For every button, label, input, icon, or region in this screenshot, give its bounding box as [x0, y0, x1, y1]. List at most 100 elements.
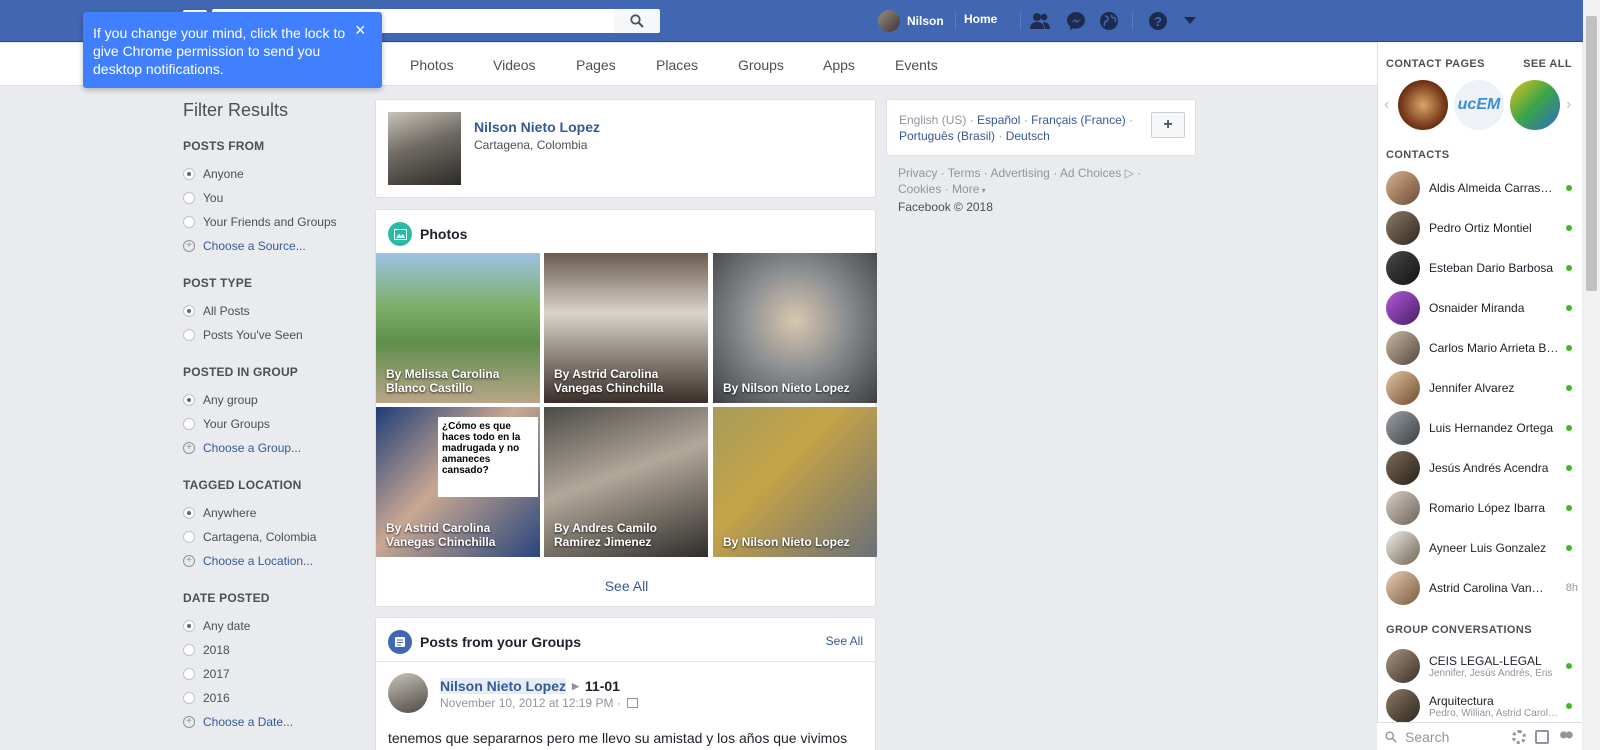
footer-link[interactable]: Terms — [948, 166, 981, 180]
account-menu-chevron-down-icon[interactable] — [1180, 11, 1200, 31]
profile-name-link[interactable]: Nilson Nieto Lopez — [474, 119, 600, 135]
messenger-icon[interactable] — [1066, 11, 1086, 31]
contact-item[interactable]: Jesús Andrés Acendra — [1386, 450, 1578, 486]
language-link[interactable]: Français (France) — [1031, 113, 1126, 127]
option-label: Anyone — [203, 167, 244, 181]
contact-page-avatar[interactable] — [1510, 80, 1560, 130]
avatar[interactable] — [388, 673, 428, 713]
choose-location-link[interactable]: + Choose a Location... — [183, 549, 368, 573]
contact-pages-see-all[interactable]: SEE ALL — [1523, 58, 1572, 70]
friend-requests-icon[interactable] — [1030, 11, 1050, 31]
profile-result-card: Nilson Nieto Lopez Cartagena, Colombia — [375, 99, 876, 198]
footer-link[interactable]: Ad Choices — [1060, 166, 1121, 180]
scrollbar-thumb[interactable] — [1586, 16, 1597, 291]
photo-tile[interactable]: By Nilson Nieto Lopez — [713, 253, 877, 403]
language-link[interactable]: Deutsch — [1006, 129, 1050, 143]
radio[interactable] — [183, 531, 195, 543]
group-conversation-item[interactable]: Arquitectura Pedro, Willian, Astrid Carol… — [1386, 688, 1578, 724]
footer-link[interactable]: Advertising — [990, 166, 1049, 180]
tab-groups[interactable]: Groups — [738, 57, 784, 73]
radio[interactable] — [183, 668, 195, 680]
post-author-link[interactable]: Nilson Nieto Lopez — [440, 678, 566, 694]
option-label: 2016 — [203, 691, 230, 705]
filter-option-2016[interactable]: 2016 — [183, 686, 368, 710]
chat-search-bar[interactable]: Search — [1377, 722, 1582, 750]
contact-item[interactable]: Jennifer Alvarez — [1386, 370, 1578, 406]
contact-item[interactable]: Luis Hernandez Ortega — [1386, 410, 1578, 446]
tab-places[interactable]: Places — [656, 57, 698, 73]
filter-option-cartagena[interactable]: Cartagena, Colombia — [183, 525, 368, 549]
tab-photos[interactable]: Photos — [410, 57, 454, 73]
chevron-left-icon[interactable]: ‹ — [1384, 96, 1389, 114]
home-link[interactable]: Home — [964, 12, 997, 26]
contact-item[interactable]: Aldis Almeida Carrasquilla — [1386, 170, 1578, 206]
footer-link[interactable]: More — [952, 182, 979, 196]
radio-selected[interactable] — [183, 394, 195, 406]
filter-option-2017[interactable]: 2017 — [183, 662, 368, 686]
filter-option-anyone[interactable]: Anyone — [183, 162, 368, 186]
radio[interactable] — [183, 418, 195, 430]
profile-link[interactable]: Nilson — [878, 10, 944, 32]
group-posts-see-all-link[interactable]: See All — [826, 634, 863, 648]
avatar — [1386, 371, 1420, 405]
radio-selected[interactable] — [183, 507, 195, 519]
radio[interactable] — [183, 329, 195, 341]
contact-page-avatar[interactable] — [1398, 80, 1448, 130]
filter-option-2018[interactable]: 2018 — [183, 638, 368, 662]
contact-item[interactable]: Carlos Mario Arrieta Bustillo — [1386, 330, 1578, 366]
contact-page-avatar[interactable]: ucEM — [1454, 80, 1504, 130]
contact-item[interactable]: Osnaider Miranda — [1386, 290, 1578, 326]
filter-option-your-groups[interactable]: Your Groups — [183, 412, 368, 436]
contact-item[interactable]: Esteban Dario Barbosa — [1386, 250, 1578, 286]
help-icon[interactable]: ? — [1148, 11, 1168, 31]
radio[interactable] — [183, 192, 195, 204]
profile-photo[interactable] — [388, 112, 461, 185]
post-timestamp[interactable]: November 10, 2012 at 12:19 PM · — [440, 696, 639, 710]
compose-icon[interactable] — [1535, 729, 1549, 744]
chevron-right-icon[interactable]: › — [1566, 96, 1571, 114]
new-group-icon[interactable] — [1558, 729, 1574, 744]
notifications-globe-icon[interactable] — [1099, 11, 1119, 31]
filter-option-anywhere[interactable]: Anywhere — [183, 501, 368, 525]
tab-apps[interactable]: Apps — [823, 57, 855, 73]
tab-pages[interactable]: Pages — [576, 57, 616, 73]
choose-source-link[interactable]: + Choose a Source... — [183, 234, 368, 258]
close-icon[interactable]: × — [355, 21, 366, 39]
group-conversation-item[interactable]: CEIS LEGAL-LEGAL Jennifer, Jesús Andrés, … — [1386, 648, 1578, 684]
choose-date-link[interactable]: + Choose a Date... — [183, 710, 368, 734]
filter-option-all-posts[interactable]: All Posts — [183, 299, 368, 323]
choose-group-link[interactable]: + Choose a Group... — [183, 436, 368, 460]
contact-item[interactable]: Astrid Carolina Vanegas 8h — [1386, 570, 1578, 606]
tab-events[interactable]: Events — [895, 57, 938, 73]
filter-option-you[interactable]: You — [183, 186, 368, 210]
radio-selected[interactable] — [183, 168, 195, 180]
language-link[interactable]: Português (Brasil) — [899, 129, 995, 143]
footer-link[interactable]: Cookies — [898, 182, 941, 196]
radio-selected[interactable] — [183, 620, 195, 632]
gear-icon[interactable] — [1512, 729, 1526, 744]
tab-videos[interactable]: Videos — [493, 57, 536, 73]
language-link[interactable]: Español — [977, 113, 1020, 127]
filter-option-any-date[interactable]: Any date — [183, 614, 368, 638]
filter-option-any-group[interactable]: Any group — [183, 388, 368, 412]
contact-item[interactable]: Romario López Ibarra — [1386, 490, 1578, 526]
photo-tile[interactable]: By Melissa Carolina Blanco Castillo — [376, 253, 540, 403]
photo-tile[interactable]: By Astrid Carolina Vanegas Chinchilla — [544, 253, 708, 403]
contact-item[interactable]: Pedro Ortiz Montiel — [1386, 210, 1578, 246]
contact-item[interactable]: Ayneer Luis Gonzalez — [1386, 530, 1578, 566]
add-language-button[interactable]: + — [1151, 112, 1185, 138]
radio-selected[interactable] — [183, 305, 195, 317]
photo-tile[interactable]: ¿Cómo es que haces todo en la madrugada … — [376, 407, 540, 557]
radio[interactable] — [183, 644, 195, 656]
photos-see-all-link[interactable]: See All — [376, 578, 877, 594]
photo-tile[interactable]: By Andres Camilo Ramirez Jimenez — [544, 407, 708, 557]
post-group-link[interactable]: 11-01 — [585, 678, 620, 694]
choose-label: Choose a Group... — [203, 441, 302, 455]
footer-link[interactable]: Privacy — [898, 166, 937, 180]
filter-option-friends-groups[interactable]: Your Friends and Groups — [183, 210, 368, 234]
radio[interactable] — [183, 216, 195, 228]
search-button[interactable] — [614, 9, 660, 33]
photo-tile[interactable]: By Nilson Nieto Lopez — [713, 407, 877, 557]
filter-option-posts-seen[interactable]: Posts You've Seen — [183, 323, 368, 347]
radio[interactable] — [183, 692, 195, 704]
